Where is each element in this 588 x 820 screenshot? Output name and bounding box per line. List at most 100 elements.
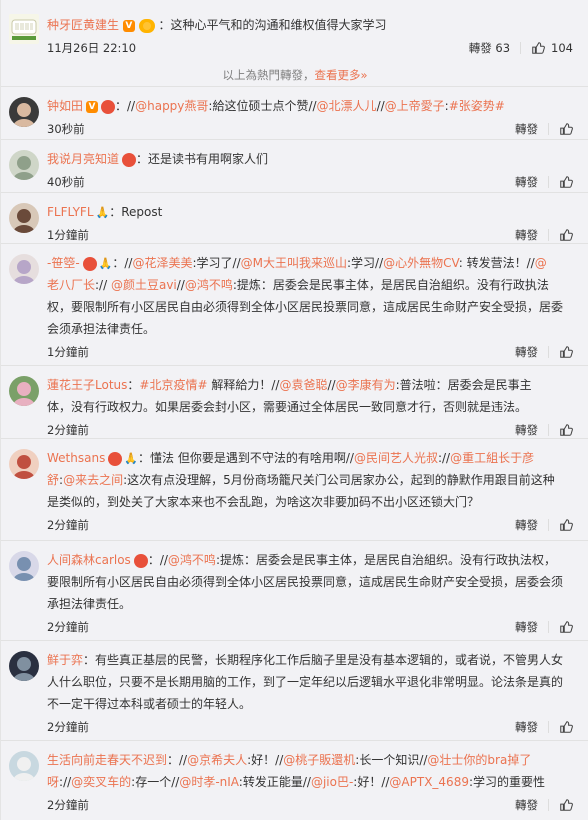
mention-link[interactable]: @京希夫人 [187, 753, 247, 767]
username-link[interactable]: 鲜于弈 [47, 653, 83, 667]
username-link[interactable]: FLFLYFL [47, 205, 94, 219]
comment-text-line: 种牙匠黄建生 V ：这种心平气和的沟通和维权值得大家学习 [47, 14, 575, 36]
like-icon[interactable] [559, 720, 573, 734]
avatar[interactable] [9, 97, 39, 127]
mention-link[interactable]: @上帝愛子 [385, 99, 445, 113]
comment-text: // [176, 278, 185, 292]
like-icon[interactable] [559, 122, 573, 136]
mention-link[interactable]: #北京疫情# [139, 378, 207, 392]
timestamp: 2分鐘前 [47, 423, 89, 437]
mention-link[interactable]: @鸿不鸣 [185, 278, 233, 292]
like-icon[interactable] [559, 518, 573, 532]
like-icon[interactable] [531, 41, 545, 55]
divider [548, 519, 549, 531]
username-link[interactable]: 蓮花王子Lotus [47, 378, 127, 392]
comment-text-line: 舒:@来去之间:这次有点没理解，5月份商场籠尺关门公司居家办公，起到的静默作用跟… [47, 469, 575, 491]
mention-link[interactable]: @颜土豆avi [111, 278, 177, 292]
comment-text-line: 会须承担法律责任。 [47, 318, 575, 340]
like-icon[interactable] [559, 423, 573, 437]
repost-button[interactable]: 轉發 63 [469, 40, 510, 56]
username-link[interactable]: -笹箜- [47, 256, 80, 270]
member-crown-icon [82, 256, 97, 271]
mention-link[interactable]: @花泽美美 [132, 256, 192, 270]
divider [548, 424, 549, 436]
divider [548, 621, 549, 633]
view-more-link[interactable]: 查看更多» [314, 68, 367, 82]
timestamp: 40秒前 [47, 175, 85, 189]
mention-link[interactable]: 舒 [47, 473, 59, 487]
mention-link[interactable]: @jio巴- [311, 775, 353, 789]
like-icon[interactable] [559, 798, 573, 812]
repost-item: 蓮花王子Lotus：#北京疫情# 解释給力！//@袁爸聪//@李康有为:普法啦：… [1, 365, 588, 438]
like-icon[interactable] [559, 228, 573, 242]
timestamp: 1分鐘前 [47, 228, 89, 242]
avatar[interactable] [9, 203, 39, 233]
username-link[interactable]: 人间森林carlos [47, 553, 131, 567]
repost-button[interactable]: 轉發 [515, 344, 538, 360]
mention-link[interactable]: @重工組长于彦 [450, 451, 534, 465]
comment-text: :// [95, 278, 111, 292]
mention-link[interactable]: 呀 [47, 775, 59, 789]
comment-text: :普法啦：居委会是民事主 [395, 378, 532, 392]
avatar[interactable] [9, 150, 39, 180]
repost-button[interactable]: 轉發 [515, 227, 538, 243]
comment-text: :給这位硕士点个赞 [208, 99, 309, 113]
username-link[interactable]: 种牙匠黄建生 [47, 18, 119, 32]
mention-link[interactable]: #张姿势# [449, 99, 505, 113]
like-icon[interactable] [559, 345, 573, 359]
mention-link[interactable]: @壮士你的bra掉了 [427, 753, 531, 767]
comment-text: 不一定干得过本科或者硕士的年轻人。 [47, 697, 252, 711]
timestamp: 2分鐘前 [47, 720, 89, 734]
comment-actions: 轉發 [515, 517, 573, 533]
repost-button[interactable]: 轉發 [515, 121, 538, 137]
username-link[interactable]: 我说月亮知道 [47, 152, 119, 166]
like-count: 104 [551, 41, 573, 55]
avatar[interactable] [9, 651, 39, 681]
mention-link[interactable]: @APTX_4689 [389, 775, 469, 789]
comment-text: ：Repost [109, 205, 163, 219]
comment-text: // [442, 451, 451, 465]
mention-link[interactable]: @ [535, 256, 547, 270]
comment-text-line: 体，没有行政权力。如果居委会封小区，需要通过全体居民一致同意才行，否则就是违法。 [47, 396, 575, 418]
avatar[interactable] [9, 449, 39, 479]
mention-link[interactable]: @来去之间 [63, 473, 123, 487]
comment-text: :学习了// [192, 256, 241, 270]
like-icon[interactable] [559, 175, 573, 189]
verified-badge-icon: V [86, 100, 99, 113]
avatar[interactable] [9, 551, 39, 581]
mention-link[interactable]: @袁爸聪 [279, 378, 327, 392]
comment-text: 承担法律责任。 [47, 597, 132, 611]
mention-link[interactable]: @M大王叫我来巡山 [241, 256, 347, 270]
mention-link[interactable]: @happy燕哥 [135, 99, 208, 113]
repost-button[interactable]: 轉發 [515, 517, 538, 533]
repost-button[interactable]: 轉發 [515, 797, 538, 813]
mention-link[interactable]: @奕叉车的 [71, 775, 131, 789]
repost-button[interactable]: 轉發 [515, 719, 538, 735]
comment-text-line: 鲜于弈：有些真正基层的民警，长期程序化工作后脑子里是没有基本逻辑的，或者说，不管… [47, 649, 575, 671]
comment-text: // [63, 775, 72, 789]
avatar[interactable] [9, 14, 39, 44]
avatar[interactable] [9, 751, 39, 781]
repost-button[interactable]: 轉發 [515, 422, 538, 438]
mention-link[interactable]: @鸿不鸣 [168, 553, 216, 567]
comment-text: 解释給力！ [207, 378, 272, 392]
mention-link[interactable]: @时孝-nIA [179, 775, 238, 789]
repost-button[interactable]: 轉發 [515, 619, 538, 635]
mention-link[interactable]: @桃子販還机 [283, 753, 355, 767]
username-link[interactable]: 生活向前走春天不迟到 [47, 753, 167, 767]
mention-link[interactable]: 老八厂长 [47, 278, 95, 292]
repost-item: 钟如田 V ：//@happy燕哥:給这位硕士点个赞//@北漂人儿//@上帝愛子:#… [1, 86, 588, 139]
mention-link[interactable]: @北漂人儿 [317, 99, 377, 113]
member-crown-icon [122, 152, 137, 167]
username-link[interactable]: 钟如田 [47, 99, 83, 113]
comment-text-line: 钟如田 V ：//@happy燕哥:給这位硕士点个赞//@北漂人儿//@上帝愛子:#… [47, 95, 575, 117]
comment-text-line: 要限制所有小区居民自由必须得到全体小区居民投票同意，這成居民生命财产安全受损，居… [47, 571, 575, 593]
username-link[interactable]: Wethsans [47, 451, 105, 465]
mention-link[interactable]: @心外無物CV [383, 256, 459, 270]
mention-link[interactable]: @李康有为 [336, 378, 396, 392]
avatar[interactable] [9, 254, 39, 284]
repost-button[interactable]: 轉發 [515, 174, 538, 190]
like-icon[interactable] [559, 620, 573, 634]
mention-link[interactable]: @民间艺人光叔 [354, 451, 438, 465]
avatar[interactable] [9, 376, 39, 406]
